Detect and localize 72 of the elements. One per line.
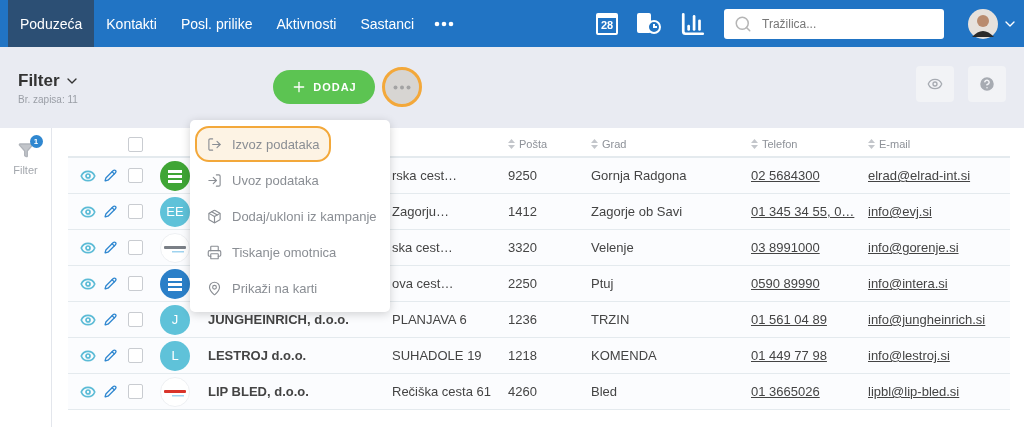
export-icon: [207, 136, 222, 152]
edit-icon[interactable]: [104, 277, 117, 290]
eye-icon: [927, 76, 943, 92]
city: Ptuj: [591, 276, 614, 291]
row-checkbox[interactable]: [128, 240, 143, 255]
more-icon: [393, 84, 411, 90]
row-checkbox[interactable]: [128, 384, 143, 399]
postal-code: 2250: [508, 276, 537, 291]
address: SUHADOLE 19: [392, 348, 482, 363]
postal-code: 1236: [508, 312, 537, 327]
search-field[interactable]: Tražilica...: [724, 8, 944, 39]
edit-icon[interactable]: [104, 205, 117, 218]
postal-code: 1218: [508, 348, 537, 363]
more-icon[interactable]: [434, 20, 455, 27]
box-icon: [207, 208, 222, 224]
filter-icon[interactable]: [17, 142, 34, 158]
row-checkbox[interactable]: [128, 276, 143, 291]
record-count: Br. zapisa: 11: [18, 94, 79, 105]
nav-tab[interactable]: Poduzeća: [8, 0, 95, 47]
address: ova cest…: [392, 276, 454, 291]
sort-icon: [868, 139, 875, 149]
printer-icon: [207, 244, 222, 260]
row-checkbox[interactable]: [128, 312, 143, 327]
select-all-checkbox[interactable]: [128, 136, 143, 152]
city: Velenje: [591, 240, 634, 255]
bar-chart-icon[interactable]: [680, 10, 706, 37]
postal-code: 3320: [508, 240, 537, 255]
view-button[interactable]: [916, 66, 954, 102]
contact-clock-icon[interactable]: [636, 11, 662, 36]
search-icon: [734, 14, 752, 33]
city: TRZIN: [591, 312, 630, 327]
sort-icon: [751, 139, 758, 149]
map-pin-icon: [207, 280, 222, 296]
address: rska cest…: [392, 168, 457, 183]
row-checkbox[interactable]: [128, 168, 143, 183]
address: ska cest…: [392, 240, 453, 255]
avatar: L: [160, 340, 190, 371]
row-checkbox[interactable]: [128, 204, 143, 219]
city: Zagorje ob Savi: [591, 204, 683, 219]
help-button[interactable]: [968, 66, 1006, 102]
calendar-icon[interactable]: 28: [596, 12, 618, 35]
sort-icon: [508, 139, 515, 149]
filter-count-badge: 1: [29, 135, 43, 148]
more-button[interactable]: [382, 67, 422, 107]
edit-icon[interactable]: [104, 313, 117, 326]
help-icon: [978, 75, 996, 93]
address: Rečiška cesta 61: [392, 384, 491, 399]
city: KOMENDA: [591, 348, 657, 363]
nav-tab[interactable]: Aktivnosti: [264, 0, 349, 47]
email-link[interactable]: info@evj.si: [868, 204, 932, 219]
avatar: EE: [160, 196, 190, 227]
nav-tab[interactable]: Posl. prilike: [168, 0, 265, 47]
nav-tab[interactable]: Kontakti: [94, 0, 169, 47]
nav-tab[interactable]: Sastanci: [348, 0, 427, 47]
edit-icon[interactable]: [104, 169, 117, 182]
city: Bled: [591, 384, 618, 399]
postal-code: 9250: [508, 168, 537, 183]
avatar: J: [160, 304, 190, 335]
filter-title[interactable]: Filter: [18, 71, 60, 91]
sort-icon: [591, 139, 598, 149]
filter-label: Filter: [13, 164, 38, 176]
postal-code: 1412: [508, 204, 537, 219]
edit-icon[interactable]: [104, 241, 117, 254]
edit-icon[interactable]: [104, 349, 117, 362]
edit-icon[interactable]: [104, 385, 117, 398]
import-icon: [207, 172, 222, 188]
row-checkbox[interactable]: [128, 348, 143, 363]
address: PLANJAVA 6: [392, 312, 467, 327]
avatar[interactable]: [968, 8, 998, 39]
city: Gornja Radgona: [591, 168, 687, 183]
postal-code: 4260: [508, 384, 537, 399]
address: Zagorju…: [392, 204, 450, 219]
